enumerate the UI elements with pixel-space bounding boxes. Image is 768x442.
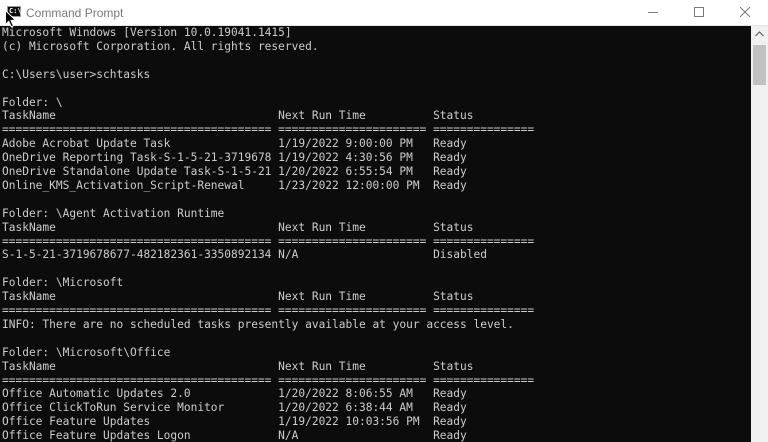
console-line: ========================================… <box>2 234 535 248</box>
vertical-scrollbar[interactable] <box>751 26 768 442</box>
console-line: INFO: There are no scheduled tasks prese… <box>2 317 514 331</box>
console-line: ========================================… <box>2 304 535 317</box>
console-line: Office Feature Updates 1/19/2022 10:03:5… <box>2 415 467 429</box>
console-line: TaskName Next Run Time Status <box>2 359 474 373</box>
scrollbar-thumb[interactable] <box>753 45 766 85</box>
console-line: ========================================… <box>2 123 535 137</box>
console-line: Online_KMS_Activation_Script-Renewal 1/2… <box>2 178 467 192</box>
maximize-button[interactable] <box>676 0 722 25</box>
maximize-icon <box>694 7 704 17</box>
console-line: Microsoft Windows [Version 10.0.19041.14… <box>2 26 292 39</box>
console-line: Office Automatic Updates 2.0 1/20/2022 8… <box>2 387 467 401</box>
console-line: Office Feature Updates Logon N/A Ready <box>2 429 467 442</box>
console-line: Folder: \Microsoft <box>2 276 124 290</box>
title-bar[interactable]: C:\ Command Prompt <box>0 0 768 28</box>
minimize-icon <box>648 12 658 13</box>
console-output[interactable]: Microsoft Windows [Version 10.0.19041.14… <box>0 26 751 442</box>
close-icon <box>740 7 750 17</box>
console-line: OneDrive Reporting Task-S-1-5-21-3719678… <box>2 151 467 165</box>
console-line: TaskName Next Run Time Status <box>2 109 474 123</box>
console-line: ========================================… <box>2 373 535 387</box>
console-line: TaskName Next Run Time Status <box>2 220 474 234</box>
console-line: Folder: \ <box>2 95 63 109</box>
console-line: TaskName Next Run Time Status <box>2 290 474 304</box>
minimize-button[interactable] <box>630 0 676 25</box>
close-button[interactable] <box>722 0 768 25</box>
console-line: C:\Users\user>schtasks <box>2 67 151 81</box>
console-line: Office ClickToRun Service Monitor 1/20/2… <box>2 401 467 415</box>
chevron-up-icon <box>755 31 764 37</box>
window-title: Command Prompt <box>26 6 124 20</box>
console-line: OneDrive Standalone Update Task-S-1-5-21… <box>2 165 467 178</box>
console-line: (c) Microsoft Corporation. All rights re… <box>2 39 319 53</box>
console-line: S-1-5-21-3719678677-482182361-3350892134… <box>2 248 487 262</box>
console-line: Folder: \Microsoft\Office <box>2 345 171 359</box>
console-line: Adobe Acrobat Update Task 1/19/2022 9:00… <box>2 137 467 151</box>
console-line: Folder: \Agent Activation Runtime <box>2 206 225 220</box>
scroll-up-button[interactable] <box>751 26 768 43</box>
